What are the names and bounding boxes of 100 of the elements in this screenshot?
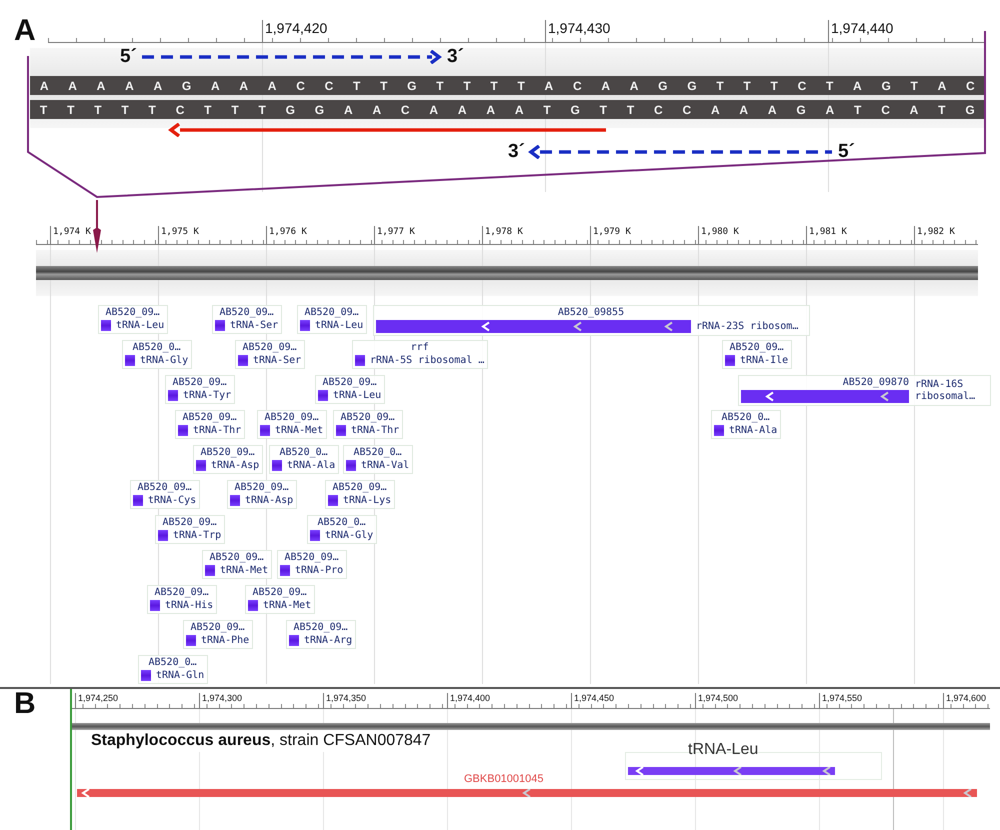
product-name: tRNA-Tyr <box>183 390 232 401</box>
base-letter: A <box>910 102 918 116</box>
ruler-label: 1,974,500 <box>695 693 738 708</box>
feature-card[interactable]: AB520_09… tRNA-Asp <box>227 480 298 509</box>
feature-card[interactable]: AB520_09… tRNA-Lys <box>325 480 396 509</box>
base-letter: T <box>626 102 634 116</box>
gene-icon <box>230 495 240 506</box>
ruler-label: 1,974,420 <box>262 20 328 42</box>
product-name: tRNA-Gly <box>325 530 374 541</box>
locus-tag: AB520_09… <box>205 552 268 563</box>
product-name: tRNA-Met <box>220 565 268 576</box>
locus-tag: AB520_09… <box>318 377 382 388</box>
panel-label: A <box>14 14 36 48</box>
base-letter: A <box>853 78 862 92</box>
feature-card[interactable]: AB520_09… tRNA-Met <box>202 550 272 579</box>
product-name: tRNA-Ala <box>729 425 778 436</box>
product-name: tRNA-Lys <box>343 495 392 506</box>
feature-card[interactable]: AB520_09… tRNA-Ser <box>235 340 306 369</box>
base-letter: T <box>121 102 129 116</box>
base-letter: T <box>600 102 607 116</box>
locus-tag: AB520_0… <box>141 657 204 668</box>
gene-icon <box>248 600 258 611</box>
base-letter: G <box>314 102 324 116</box>
gene-icon <box>215 320 225 331</box>
base-letter: C <box>966 78 975 92</box>
feature-card[interactable]: AB520_09… tRNA-Trp <box>155 515 226 544</box>
base-letter: T <box>258 102 266 116</box>
locus-tag: AB520_09… <box>178 412 242 423</box>
base-letter: A <box>239 78 248 92</box>
product-name: tRNA-Asp <box>245 495 294 506</box>
ruler-label: 1,977 K <box>374 226 415 244</box>
base-letter: G <box>965 102 975 116</box>
locus-tag: AB520_09… <box>158 517 222 528</box>
product-name: tRNA-Gln <box>156 670 204 681</box>
feature-card[interactable]: AB520_09… tRNA-Asp <box>193 445 264 474</box>
gene-icon <box>178 425 188 436</box>
locus-tag: AB520_09… <box>196 447 260 458</box>
product-name: tRNA-Thr <box>351 425 400 436</box>
feature-card[interactable]: AB520_09855 rRNA-23S ribosom… <box>373 305 810 336</box>
feature-card[interactable]: AB520_09… tRNA-Leu <box>315 375 386 404</box>
locus-tag: AB520_09… <box>168 377 232 388</box>
feature-card[interactable]: AB520_09… tRNA-Met <box>257 410 328 439</box>
feature-card[interactable]: AB520_0… tRNA-Gly <box>122 340 192 369</box>
ruler-label: 1,978 K <box>482 226 523 244</box>
base-letter: T <box>743 78 751 92</box>
feature-card[interactable]: AB520_09… tRNA-Thr <box>175 410 246 439</box>
locus-tag: AB520_09… <box>328 482 392 493</box>
feature-card[interactable]: AB520_09… tRNA-Ile <box>722 340 792 369</box>
feature-card[interactable]: AB520_09… tRNA-Ser <box>212 305 282 334</box>
product-name: tRNA-His <box>165 600 214 611</box>
feature-card[interactable]: AB520_09… tRNA-Arg <box>286 620 356 649</box>
base-letter: T <box>67 102 74 116</box>
feature-card[interactable]: AB520_0… tRNA-Gln <box>138 655 208 684</box>
base-letter: T <box>826 78 834 92</box>
locus-tag: AB520_09870 <box>741 377 909 388</box>
feature-card[interactable]: AB520_09… tRNA-Leu <box>98 305 168 334</box>
ruler-label: 1,975 K <box>158 226 199 244</box>
product-name: tRNA-Ala <box>287 460 336 471</box>
locus-tag: AB520_09… <box>248 587 312 598</box>
feature-card[interactable]: AB520_09870 rRNA-16S ribosomal… <box>738 375 991 406</box>
product-name: tRNA-Phe <box>201 635 250 646</box>
strand-end-label: 5´ <box>838 141 855 163</box>
locus-tag: AB520_09… <box>238 342 302 353</box>
base-letter: A <box>68 78 77 92</box>
product-name: tRNA-Leu <box>333 390 382 401</box>
feature-card[interactable]: AB520_09… tRNA-Cys <box>130 480 200 509</box>
ruler-label: 1,981 K <box>806 226 847 244</box>
base-letter: C <box>176 102 184 116</box>
base-letter: G <box>182 78 192 92</box>
feature-card[interactable]: AB520_0… tRNA-Gly <box>307 515 378 544</box>
ruler-label: 1,979 K <box>590 226 631 244</box>
panel-label: B <box>14 689 36 721</box>
feature-card[interactable]: AB520_09… tRNA-Thr <box>333 410 404 439</box>
base-letter: T <box>380 78 388 92</box>
base-letter: C <box>654 102 663 116</box>
base-letter: A <box>514 102 524 116</box>
feature-card[interactable]: AB520_0… tRNA-Val <box>343 445 414 474</box>
base-letter: T <box>543 102 551 116</box>
position-marker <box>93 200 101 253</box>
gene-icon <box>318 390 328 401</box>
gene-icon <box>158 530 168 541</box>
ruler-label: 1,974,550 <box>819 693 862 708</box>
base-letter: G <box>687 78 697 92</box>
feature-card[interactable]: rrf rRNA-5S ribosomal … <box>352 340 488 369</box>
feature-card[interactable]: AB520_09… tRNA-Pro <box>277 550 348 579</box>
gene-icon <box>125 355 135 366</box>
product-name: rRNA-5S ribosomal … <box>370 355 484 366</box>
feature-card[interactable]: AB520_09… tRNA-His <box>147 585 218 614</box>
product-name: tRNA-Arg <box>304 635 352 646</box>
feature-card[interactable]: AB520_09… tRNA-Met <box>245 585 316 614</box>
feature-card[interactable]: AB520_09… tRNA-Phe <box>183 620 254 649</box>
product-name: tRNA-Ser <box>230 320 278 331</box>
base-letter: A <box>486 102 496 116</box>
feature-card[interactable]: AB520_0… tRNA-Ala <box>711 410 782 439</box>
product-name: tRNA-Ser <box>253 355 302 366</box>
locus-tag: AB520_09… <box>336 412 400 423</box>
base-letter: A <box>826 102 834 116</box>
feature-card[interactable]: AB520_0… tRNA-Ala <box>269 445 340 474</box>
feature-card[interactable]: AB520_09… tRNA-Leu <box>297 305 368 334</box>
feature-card[interactable]: AB520_09… tRNA-Tyr <box>165 375 236 404</box>
